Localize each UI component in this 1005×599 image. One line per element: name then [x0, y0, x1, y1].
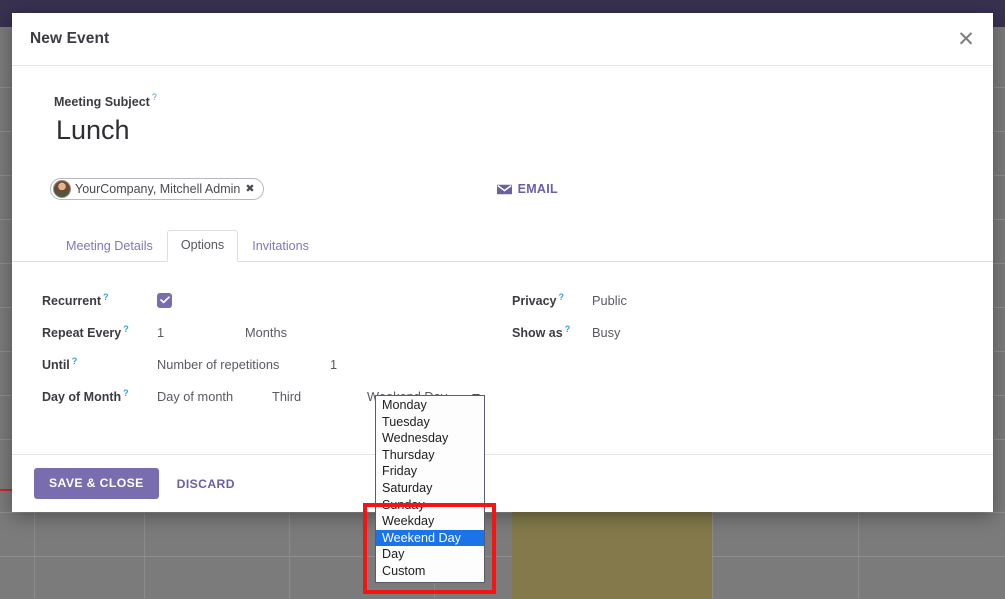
dialog-header: New Event ✕	[12, 13, 993, 66]
recurrent-help-icon[interactable]: ?	[103, 292, 109, 302]
tab-meeting-details[interactable]: Meeting Details	[52, 231, 167, 262]
tab-bar: Meeting Details Options Invitations	[12, 230, 993, 263]
show-as-select[interactable]: Busy	[592, 325, 620, 340]
dropdown-option[interactable]: Thursday	[376, 447, 484, 464]
dialog-footer: SAVE & CLOSE DISCARD	[12, 454, 993, 512]
options-left-column: Recurrent? Repeat Every? 1 Months Until?…	[42, 284, 512, 412]
calendar-gridline-horizontal	[0, 556, 1005, 557]
until-help-icon[interactable]: ?	[72, 356, 78, 366]
save-and-close-button[interactable]: SAVE & CLOSE	[34, 468, 159, 499]
repeat-every-label: Repeat Every?	[42, 324, 129, 341]
dropdown-option[interactable]: Day	[376, 546, 484, 563]
field-recurrent: Recurrent?	[42, 284, 512, 316]
meeting-subject-help-icon[interactable]: ?	[152, 92, 157, 102]
repetitions-count-input[interactable]: 1	[330, 357, 337, 372]
until-label: Until?	[42, 356, 78, 373]
meeting-subject-label: Meeting Subject	[54, 95, 150, 110]
close-icon[interactable]: ✕	[953, 26, 979, 52]
page-title: New Event	[30, 30, 110, 47]
day-of-month-label: Day of Month?	[42, 388, 129, 405]
field-show-as: Show as? Busy	[512, 316, 952, 348]
privacy-label: Privacy?	[512, 292, 564, 309]
attendees-row: YourCompany, Mitchell Admin ✖ EMAIL	[42, 176, 963, 202]
dropdown-option[interactable]: Custom	[376, 563, 484, 580]
recurrent-checkbox[interactable]	[157, 292, 172, 308]
repeat-unit-select[interactable]: Months	[245, 325, 380, 340]
dropdown-option[interactable]: Sunday	[376, 497, 484, 514]
tab-options[interactable]: Options	[166, 230, 239, 263]
recurrent-label: Recurrent?	[42, 292, 109, 309]
weekday-dropdown-list[interactable]: Monday Tuesday Wednesday Thursday Friday Satu…	[375, 395, 485, 583]
calendar-event-block[interactable]	[512, 512, 712, 599]
repeat-interval-input[interactable]: 1	[157, 325, 245, 340]
dropdown-option[interactable]: Weekend Day	[376, 529, 484, 547]
dropdown-option[interactable]: Friday	[376, 463, 484, 480]
field-until: Until? Number of repetitions 1	[42, 348, 512, 380]
show-as-help-icon[interactable]: ?	[565, 324, 571, 334]
until-type-select[interactable]: Number of repetitions	[157, 357, 330, 372]
options-form: Recurrent? Repeat Every? 1 Months Until?…	[42, 262, 963, 412]
attendee-name: YourCompany, Mitchell Admin	[75, 182, 241, 197]
avatar	[53, 180, 71, 199]
dropdown-option[interactable]: Wednesday	[376, 430, 484, 447]
envelope-icon	[496, 184, 512, 195]
dropdown-option[interactable]: Monday	[376, 397, 484, 414]
dropdown-option[interactable]: Weekday	[376, 513, 484, 530]
meeting-subject-group: Meeting Subject? Lunch	[42, 92, 963, 148]
field-repeat-every: Repeat Every? 1 Months	[42, 316, 512, 348]
attendee-chip[interactable]: YourCompany, Mitchell Admin ✖	[50, 178, 264, 201]
privacy-help-icon[interactable]: ?	[558, 292, 564, 302]
options-right-column: Privacy? Public Show as? Busy	[512, 284, 952, 412]
privacy-select[interactable]: Public	[592, 293, 627, 308]
email-button[interactable]: EMAIL	[496, 182, 558, 197]
day-of-month-help-icon[interactable]: ?	[123, 388, 129, 398]
email-button-label: EMAIL	[517, 182, 558, 197]
dropdown-option[interactable]: Tuesday	[376, 414, 484, 431]
meeting-subject-input[interactable]: Lunch	[56, 115, 963, 148]
week-ordinal-select[interactable]: Third	[272, 389, 367, 404]
dropdown-option[interactable]: Saturday	[376, 480, 484, 497]
month-by-select[interactable]: Day of month	[157, 389, 272, 404]
calendar-gridline-horizontal	[0, 512, 1005, 513]
dialog-body: Meeting Subject? Lunch YourCompany, Mitc…	[12, 66, 993, 412]
remove-attendee-icon[interactable]: ✖	[245, 183, 254, 195]
repeat-every-help-icon[interactable]: ?	[123, 324, 129, 334]
discard-button[interactable]: DISCARD	[177, 477, 235, 491]
new-event-dialog: New Event ✕ Meeting Subject? Lunch YourC…	[12, 13, 993, 512]
field-privacy: Privacy? Public	[512, 284, 952, 316]
show-as-label: Show as?	[512, 324, 571, 341]
tab-invitations[interactable]: Invitations	[238, 231, 323, 262]
